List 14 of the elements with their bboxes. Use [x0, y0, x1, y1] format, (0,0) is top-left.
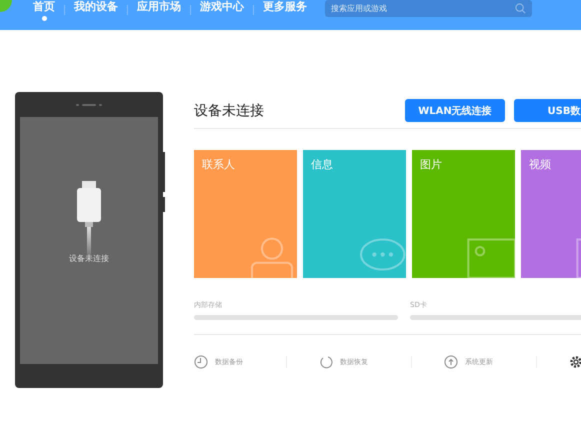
category-tile[interactable]: 信息	[303, 150, 406, 278]
panel-title: 设备未连接	[194, 102, 264, 120]
nav-tab[interactable]: 我的设备	[65, 0, 127, 26]
category-tile[interactable]: 联系人	[194, 150, 297, 278]
category-tile[interactable]: 视频	[521, 150, 581, 278]
search-field[interactable]: 搜索应用或游戏	[325, 0, 532, 17]
category-tile[interactable]: 图片	[412, 150, 515, 278]
connection-status: 设备未连接	[69, 253, 109, 264]
connect-button[interactable]: USB数	[514, 99, 581, 122]
nav-tab[interactable]: 首页	[24, 0, 64, 26]
connect-button[interactable]: WLAN无线连接	[405, 99, 505, 122]
nav-tab[interactable]: 游戏中心	[191, 0, 253, 26]
nav-tab[interactable]: 更多服务	[254, 0, 316, 26]
nav-tab[interactable]: 应用市场	[128, 0, 190, 26]
